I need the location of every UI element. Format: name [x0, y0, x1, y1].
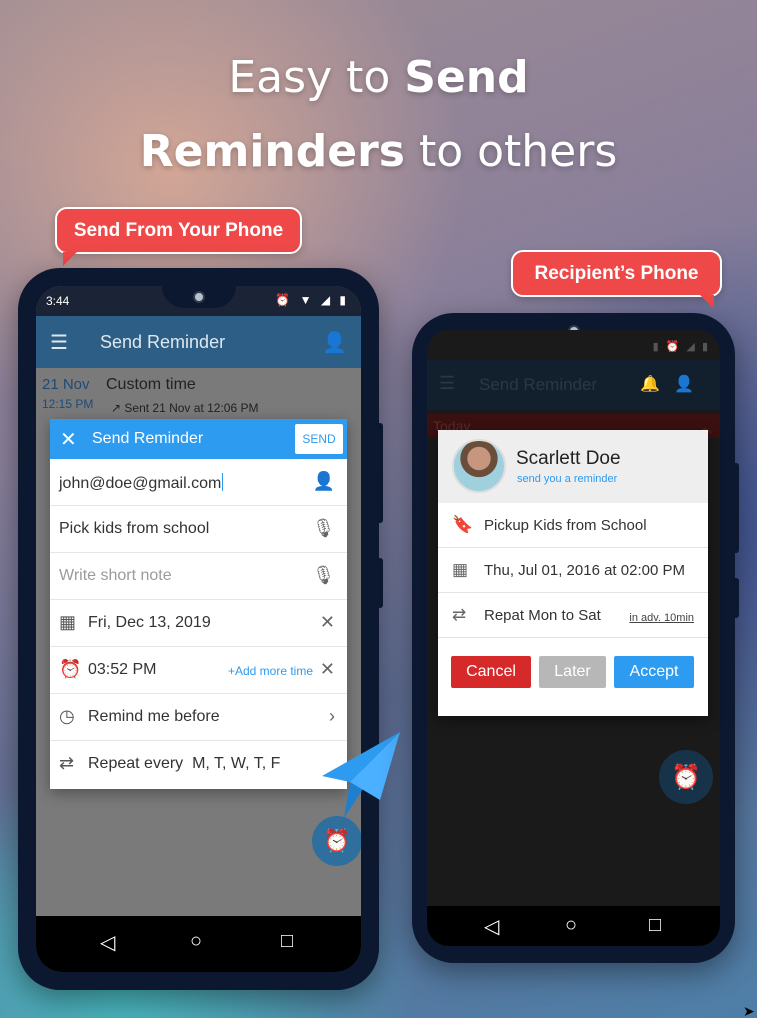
reminder-repeat-row: ⇄ Repat Mon to Sat in adv. 10min — [438, 593, 708, 638]
task-field[interactable]: Pick kids from school 🎙 — [50, 506, 347, 553]
add-more-time-link[interactable]: +Add more time — [228, 664, 313, 678]
menu-icon[interactable]: ☰ — [50, 330, 68, 355]
nav-bar: ◁ ○ □ — [36, 916, 361, 972]
repeat-icon: ⇄ — [452, 605, 467, 624]
chevron-right-icon: › — [329, 706, 335, 726]
repeat-row[interactable]: ⇄ Repeat every M, T, W, T, F — [50, 741, 347, 788]
date-value: Fri, Dec 13, 2019 — [88, 614, 211, 631]
sender-name: Scarlett Doe — [516, 448, 621, 469]
time-field[interactable]: ⏰ 03:52 PM +Add more time ✕ — [50, 647, 347, 694]
recents-icon[interactable]: □ — [281, 930, 293, 953]
app-bar-icons: 🔔👤 — [640, 374, 708, 394]
dialog-title: Send Reminder — [92, 430, 204, 447]
dialog-actions: Cancel Later Accept — [438, 656, 708, 688]
advance-notice-link[interactable]: in adv. 10min — [629, 612, 694, 624]
cancel-button[interactable]: Cancel — [451, 656, 531, 688]
repeat-icon: ⇄ — [59, 753, 75, 773]
app-bar: ☰ Send Reminder 🔔👤 — [427, 360, 720, 410]
sender-header: Scarlett Doe send you a reminder — [438, 430, 708, 503]
phone-side-button — [377, 558, 383, 608]
mic-icon[interactable]: 🎙 — [312, 518, 335, 539]
app-bar: ☰ Send Reminder 👤 — [36, 316, 361, 368]
reminder-task-row: 🔖 Pickup Kids from School — [438, 503, 708, 548]
avatar — [452, 439, 506, 493]
sender-subtitle: send you a reminder — [517, 473, 618, 485]
phone-side-button — [733, 578, 739, 618]
headline-line1: Easy to Send — [0, 52, 757, 103]
bookmark-icon: 🔖 — [452, 515, 474, 534]
headline-bold-2: Reminders — [139, 126, 405, 177]
home-icon[interactable]: ○ — [190, 930, 202, 953]
repeat-text: Repeat every M, T, W, T, F — [88, 755, 281, 772]
send-fab[interactable]: ⏰ — [312, 816, 361, 866]
later-button[interactable]: Later — [539, 656, 606, 688]
clear-date-icon[interactable]: ✕ — [320, 612, 335, 633]
time-value: 03:52 PM — [88, 661, 157, 678]
reminder-datetime: Thu, Jul 01, 2016 at 02:00 PM — [484, 562, 685, 579]
phone-side-button — [377, 423, 383, 523]
headline-bold-1: Send — [404, 52, 529, 103]
headline-regular-2: to others — [404, 126, 618, 177]
reminder-date: 21 Nov 12:15 PM — [42, 376, 93, 411]
send-from-phone-callout: Send From Your Phone — [55, 207, 302, 266]
recents-icon[interactable]: □ — [649, 914, 661, 937]
incoming-reminder-dialog: Scarlett Doe send you a reminder 🔖 Picku… — [438, 430, 708, 716]
reminder-title[interactable]: Custom time — [106, 376, 196, 394]
mic-icon[interactable]: 🎙 — [312, 565, 335, 586]
home-icon[interactable]: ○ — [565, 914, 577, 937]
headline-line2: Reminders to others — [0, 126, 757, 177]
reminder-task: Pickup Kids from School — [484, 517, 647, 534]
close-icon[interactable]: ✕ — [60, 427, 77, 452]
app-bar-title: Send Reminder — [479, 375, 598, 394]
back-icon[interactable]: ◁ — [484, 914, 499, 939]
recipient-phone-callout: Recipient’s Phone — [511, 250, 722, 309]
status-icons: ▮ ⏰ ◢ ▮ — [652, 341, 710, 353]
back-icon[interactable]: ◁ — [100, 930, 115, 955]
calendar-icon: ▦ — [59, 612, 77, 632]
remind-before-icon: ◷ — [59, 706, 75, 726]
front-camera — [192, 291, 205, 303]
add-reminder-fab[interactable]: ⏰ — [659, 750, 713, 804]
email-value: john@doe@gmail.com — [59, 473, 224, 492]
task-value: Pick kids from school — [59, 520, 210, 537]
bell-icon[interactable]: 🔔 — [640, 376, 674, 393]
calendar-icon: ▦ — [452, 560, 469, 579]
sender-phone: 3:44 ⏰ ▼ ◢ ▮ ☰ Send Reminder 👤 21 Nov 12… — [18, 268, 383, 990]
sender-screen: 3:44 ⏰ ▼ ◢ ▮ ☰ Send Reminder 👤 21 Nov 12… — [36, 286, 361, 972]
user-icon[interactable]: 👤 — [322, 330, 347, 355]
paper-plane-icon — [322, 732, 400, 818]
reminder-date-label: 21 Nov — [42, 376, 90, 393]
menu-icon[interactable]: ☰ — [439, 373, 455, 394]
send-button[interactable]: SEND — [295, 424, 343, 454]
clear-time-icon[interactable]: ✕ — [320, 659, 335, 680]
dialog-header: ✕ Send Reminder SEND — [50, 419, 347, 459]
alarm-icon: ⏰ — [323, 828, 351, 853]
reminder-repeat: Repat Mon to Sat — [484, 607, 601, 624]
phone-side-button — [733, 463, 739, 553]
headline-regular-1: Easy to — [228, 52, 405, 103]
note-field[interactable]: Write short note 🎙 — [50, 553, 347, 600]
note-placeholder: Write short note — [59, 567, 172, 584]
app-bar-title: Send Reminder — [100, 332, 226, 352]
add-contact-icon[interactable]: 👤 — [313, 471, 335, 492]
status-time: 3:44 — [46, 294, 70, 308]
mouse-cursor-icon: ➤ — [743, 1003, 755, 1018]
accept-button[interactable]: Accept — [614, 656, 694, 688]
remind-before-label: Remind me before — [88, 708, 220, 725]
reminder-datetime-row: ▦ Thu, Jul 01, 2016 at 02:00 PM — [438, 548, 708, 593]
email-field[interactable]: john@doe@gmail.com 👤 — [50, 459, 347, 506]
reminder-time-label: 12:15 PM — [42, 397, 94, 411]
notch — [161, 286, 236, 308]
user-icon[interactable]: 👤 — [674, 376, 708, 393]
alarm-icon: ⏰ — [671, 763, 701, 791]
alarm-icon: ⏰ — [59, 659, 82, 679]
date-field[interactable]: ▦ Fri, Dec 13, 2019 ✕ — [50, 600, 347, 647]
reminder-sent-status: ↗ Sent 21 Nov at 12:06 PM — [111, 401, 259, 415]
nav-bar: ◁ ○ □ — [427, 906, 720, 946]
remind-before-row[interactable]: ◷ Remind me before › — [50, 694, 347, 741]
status-icons: ⏰ ▼ ◢ ▮ — [275, 293, 349, 307]
send-reminder-dialog: ✕ Send Reminder SEND john@doe@gmail.com … — [50, 419, 347, 789]
